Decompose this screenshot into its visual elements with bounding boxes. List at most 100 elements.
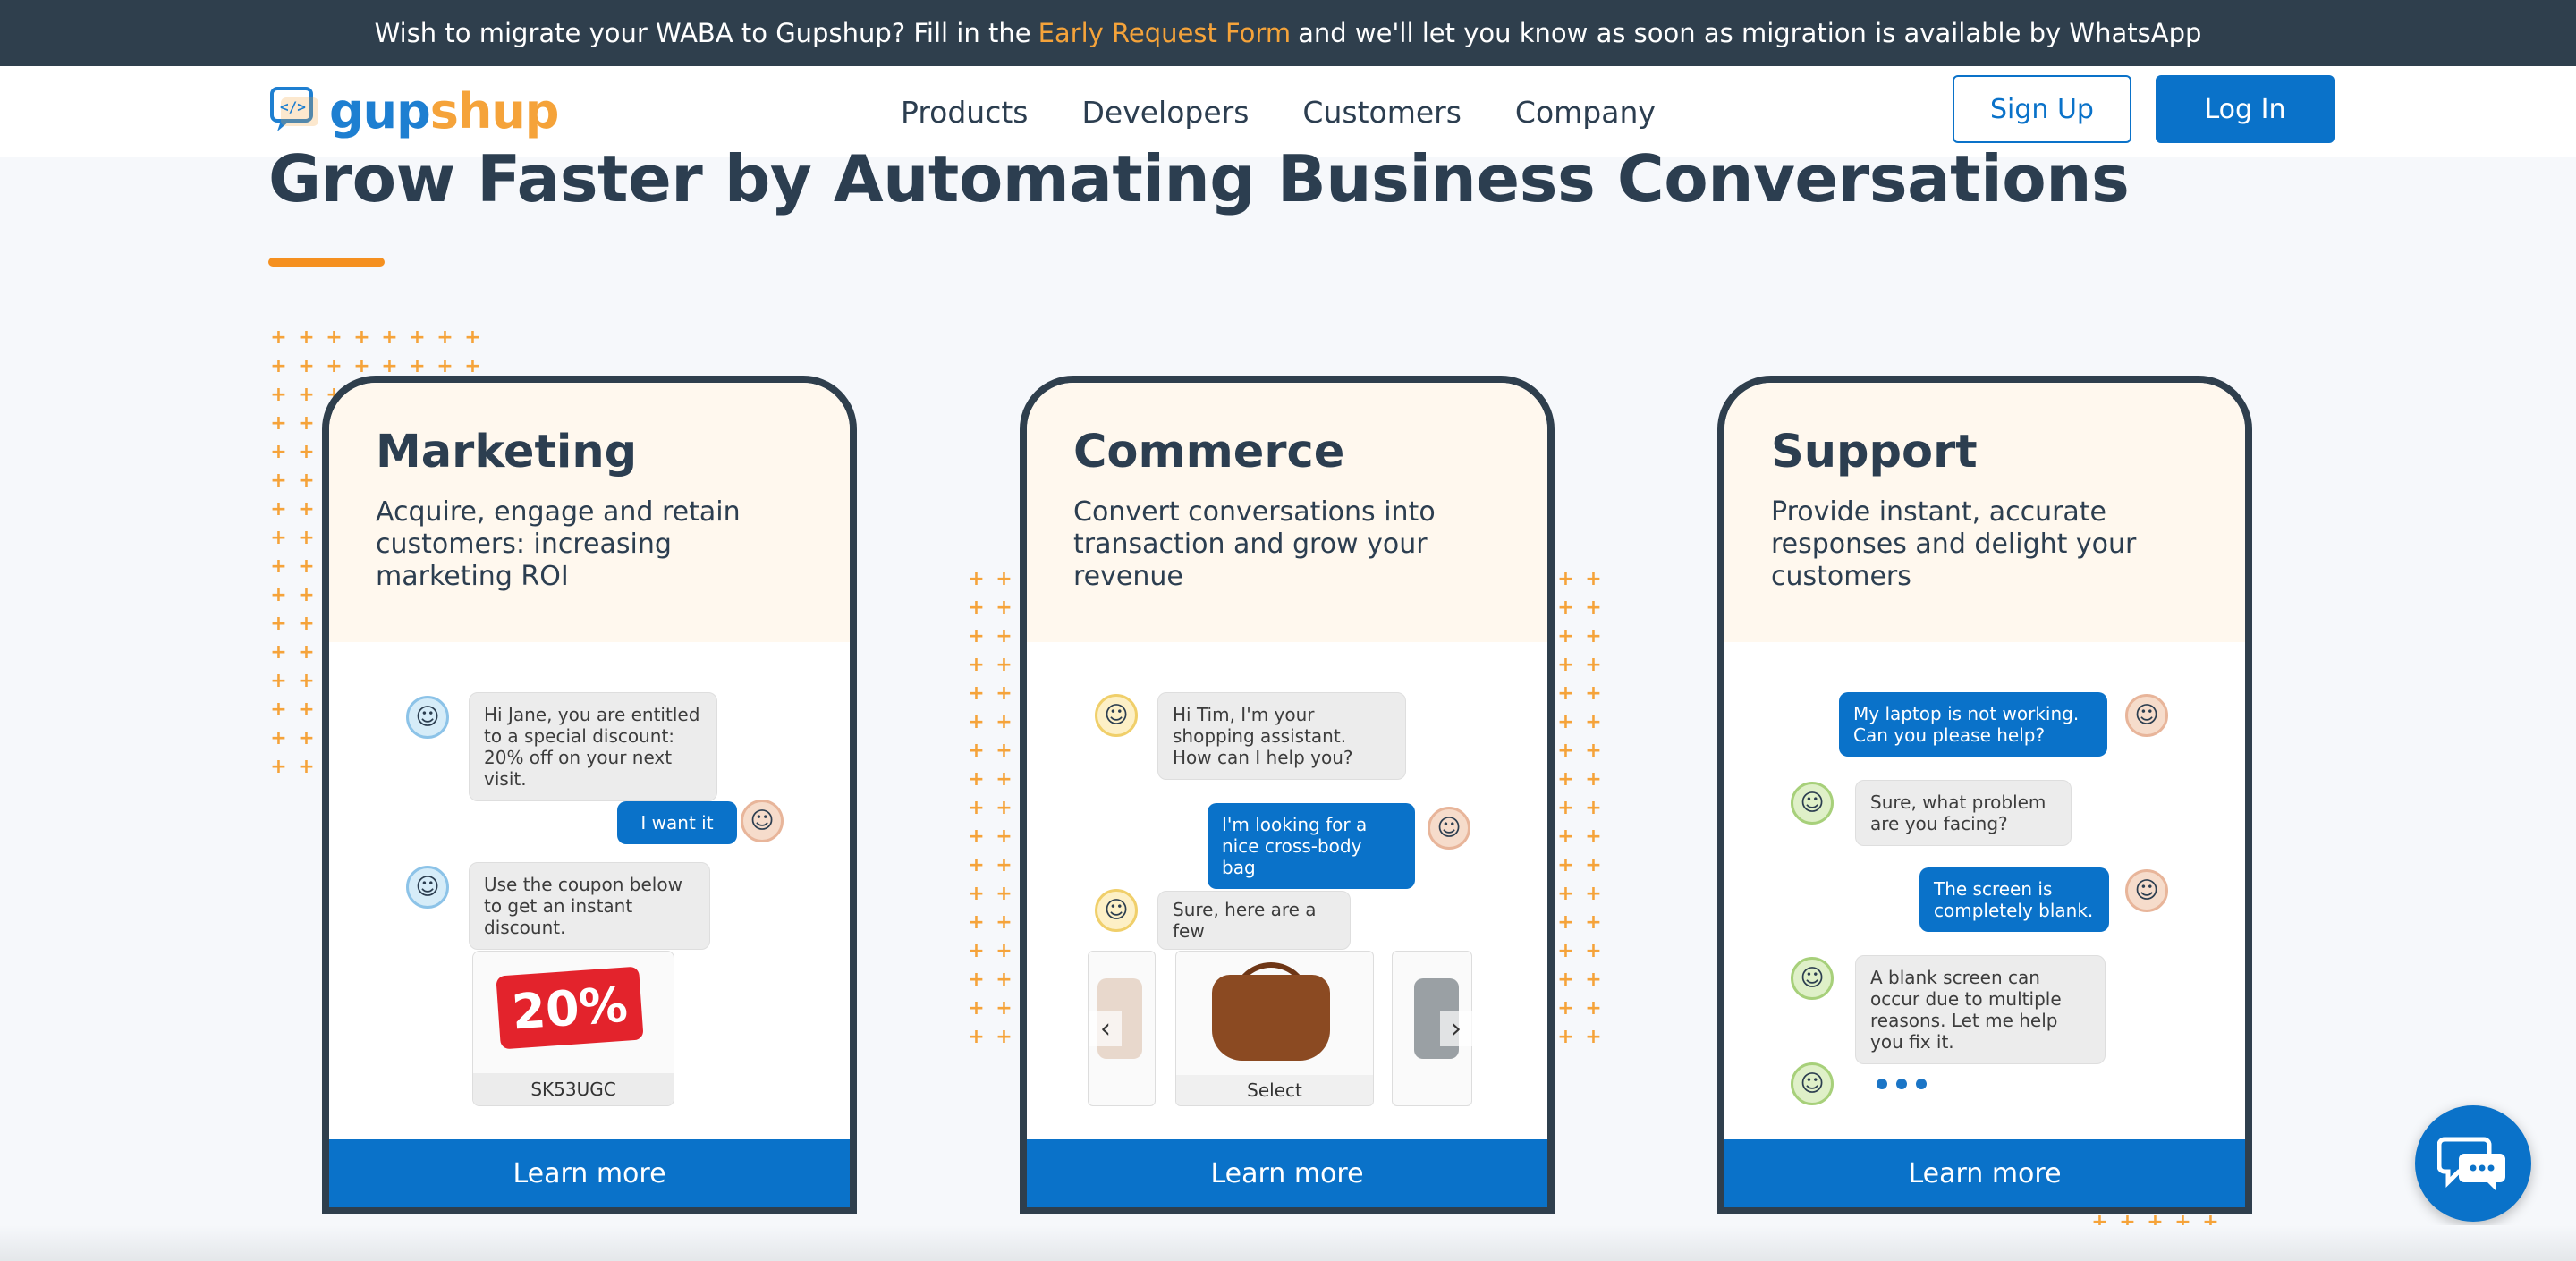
user-avatar-icon: ☺ — [2125, 869, 2168, 912]
plus-decoration: + — [996, 625, 1013, 647]
chat-illustration: ☺ Hi Tim, I'm your shopping assistant. H… — [1027, 642, 1547, 1143]
nav-item-products[interactable]: Products — [901, 95, 1029, 130]
plus-decoration: + — [968, 711, 985, 733]
nav-item-customers[interactable]: Customers — [1302, 95, 1462, 130]
plus-decoration: + — [298, 498, 315, 520]
plus-decoration: + — [1585, 625, 1602, 647]
nav-item-company[interactable]: Company — [1515, 95, 1656, 130]
card-description: Acquire, engage and retain customers: in… — [376, 496, 741, 592]
plus-decoration: + — [1585, 911, 1602, 934]
plus-decoration: + — [1557, 568, 1574, 590]
plus-decoration: + — [298, 727, 315, 749]
plus-decoration: + — [996, 768, 1013, 791]
sign-up-button[interactable]: Sign Up — [1953, 75, 2131, 143]
nav-item-developers[interactable]: Developers — [1082, 95, 1250, 130]
carousel-prev-icon[interactable]: ‹ — [1089, 1011, 1122, 1046]
typing-indicator — [1877, 1079, 1927, 1089]
plus-decoration: + — [1585, 568, 1602, 590]
plus-decoration: + — [298, 584, 315, 606]
learn-more-button[interactable]: Learn more — [329, 1139, 850, 1207]
chat-bubbles-icon — [2437, 1137, 2505, 1191]
plus-decoration: + — [270, 470, 287, 492]
plus-decoration: + — [996, 568, 1013, 590]
learn-more-button[interactable]: Learn more — [1724, 1139, 2245, 1207]
card-description: Provide instant, accurate responses and … — [1771, 496, 2137, 592]
chat-bubble: I want it — [617, 801, 737, 844]
plus-decoration: + — [968, 568, 985, 590]
plus-decoration: + — [270, 698, 287, 721]
plus-decoration: + — [1585, 825, 1602, 848]
select-product-button[interactable]: Select — [1176, 1075, 1373, 1105]
plus-decoration: + — [996, 597, 1013, 619]
plus-decoration: + — [353, 326, 370, 349]
plus-decoration: + — [270, 384, 287, 406]
plus-decoration: + — [968, 854, 985, 876]
plus-decoration: + — [1557, 883, 1574, 905]
plus-decoration: + — [1585, 797, 1602, 819]
plus-decoration: + — [1557, 997, 1574, 1020]
announcement-banner: Wish to migrate your WABA to Gupshup? Fi… — [0, 0, 2576, 66]
plus-decoration: + — [1585, 940, 1602, 962]
plus-decoration: + — [1585, 854, 1602, 876]
coupon-code: SK53UGC — [473, 1073, 674, 1105]
plus-decoration: + — [1557, 797, 1574, 819]
chat-bubble: Hi Tim, I'm your shopping assistant. How… — [1157, 692, 1406, 780]
plus-decoration: + — [270, 756, 287, 778]
carousel-next-icon[interactable]: › — [1440, 1011, 1472, 1046]
plus-decoration: + — [270, 355, 287, 377]
plus-decoration: + — [1557, 969, 1574, 991]
card-description: Convert conversations into transaction a… — [1073, 496, 1436, 592]
plus-decoration: + — [968, 825, 985, 848]
plus-decoration: + — [270, 641, 287, 664]
support-card: Support Provide instant, accurate respon… — [1717, 376, 2252, 1214]
plus-decoration: + — [996, 682, 1013, 705]
gupshup-logo[interactable]: </> gupshup — [268, 83, 559, 140]
plus-decoration: + — [270, 584, 287, 606]
chat-bubble: A blank screen can occur due to multiple… — [1855, 955, 2106, 1064]
plus-decoration: + — [436, 326, 453, 349]
agent-avatar-icon: ☺ — [1791, 782, 1834, 825]
chat-illustration: ☺ Hi Jane, you are entitled to a special… — [329, 642, 850, 1143]
plus-decoration: + — [298, 412, 315, 435]
plus-decoration: + — [1585, 997, 1602, 1020]
live-chat-button[interactable] — [2415, 1105, 2531, 1222]
chat-bubble: Hi Jane, you are entitled to a special d… — [469, 692, 717, 801]
user-avatar-icon: ☺ — [741, 800, 784, 842]
logo-wordmark: gupshup — [329, 83, 559, 140]
assistant-avatar-icon: ☺ — [1095, 694, 1138, 737]
plus-decoration: + — [996, 854, 1013, 876]
plus-decoration: + — [968, 682, 985, 705]
bot-avatar-icon: ☺ — [406, 866, 449, 909]
plus-decoration: + — [996, 654, 1013, 676]
plus-decoration: + — [1557, 625, 1574, 647]
card-header: Support Provide instant, accurate respon… — [1724, 383, 2245, 642]
log-in-button[interactable]: Log In — [2156, 75, 2334, 143]
learn-more-button[interactable]: Learn more — [1027, 1139, 1547, 1207]
plus-decoration: + — [968, 997, 985, 1020]
bot-avatar-icon: ☺ — [406, 696, 449, 739]
plus-decoration: + — [1585, 1026, 1602, 1048]
plus-decoration: + — [298, 756, 315, 778]
agent-avatar-icon: ☺ — [1791, 957, 1834, 1000]
plus-decoration: + — [270, 326, 287, 349]
plus-decoration: + — [298, 441, 315, 463]
plus-decoration: + — [996, 797, 1013, 819]
plus-decoration: + — [996, 1026, 1013, 1048]
headline-underline — [268, 258, 385, 267]
plus-decoration: + — [298, 527, 315, 549]
plus-decoration: + — [968, 740, 985, 762]
early-request-form-link[interactable]: Early Request Form — [1038, 18, 1292, 48]
chat-illustration: My laptop is not working. Can you please… — [1724, 642, 2245, 1143]
plus-decoration: + — [968, 911, 985, 934]
plus-decoration: + — [270, 441, 287, 463]
plus-decoration: + — [270, 527, 287, 549]
chat-bubble: Sure, what problem are you facing? — [1855, 780, 2072, 846]
plus-decoration: + — [1557, 768, 1574, 791]
plus-decoration: + — [1585, 883, 1602, 905]
plus-decoration: + — [1557, 911, 1574, 934]
chat-bubble: Use the coupon below to get an instant d… — [469, 862, 710, 950]
plus-decoration: + — [1557, 825, 1574, 848]
product-card-selected[interactable]: Select — [1175, 951, 1374, 1106]
decorative-plus-pattern-right-mid: + + + + + + + + + + + + + + + + + + + + + + + + + + + + + + + + + + — [1552, 565, 1607, 1052]
chat-bubble: The screen is completely blank. — [1919, 867, 2109, 932]
